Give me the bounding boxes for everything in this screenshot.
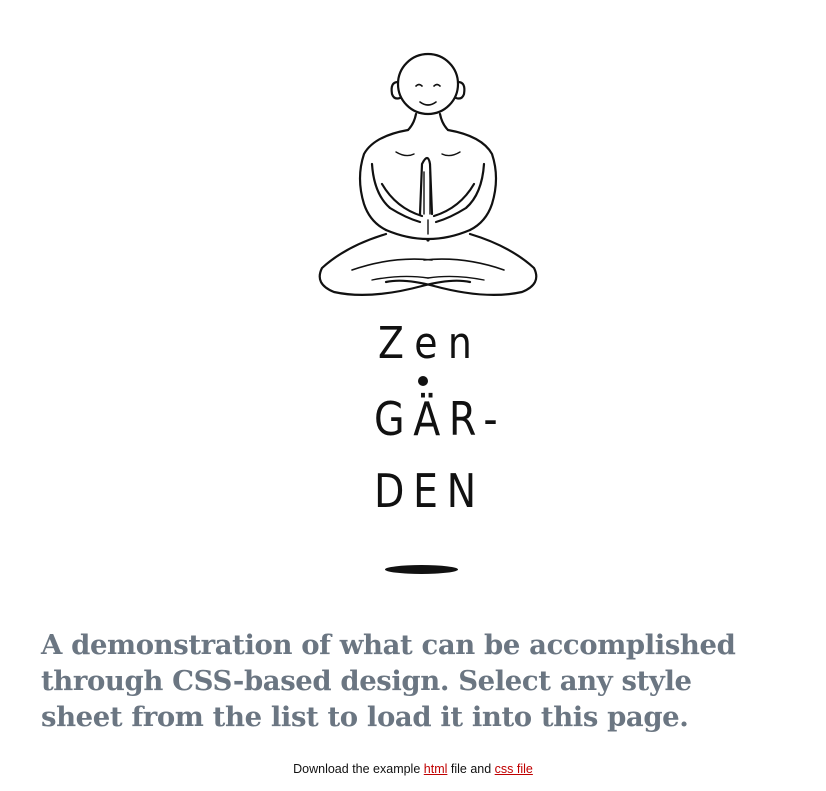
intro-tagline: A demonstration of what can be accomplis… <box>41 629 736 733</box>
wordmark-dot <box>418 376 428 386</box>
meditating-figure-icon <box>318 52 538 296</box>
download-links: Download the example html file and css f… <box>0 762 826 776</box>
wordmark-word-gar: GÄR- <box>374 392 507 446</box>
downloads-prefix: Download the example <box>293 762 424 776</box>
wordmark-word-den: DEN <box>374 464 485 518</box>
css-file-link[interactable]: css file <box>495 762 533 776</box>
downloads-middle: file and <box>447 762 495 776</box>
floating-shadow <box>385 565 458 574</box>
wordmark-word-zen: Zen <box>378 318 483 369</box>
html-file-link[interactable]: html <box>424 762 448 776</box>
